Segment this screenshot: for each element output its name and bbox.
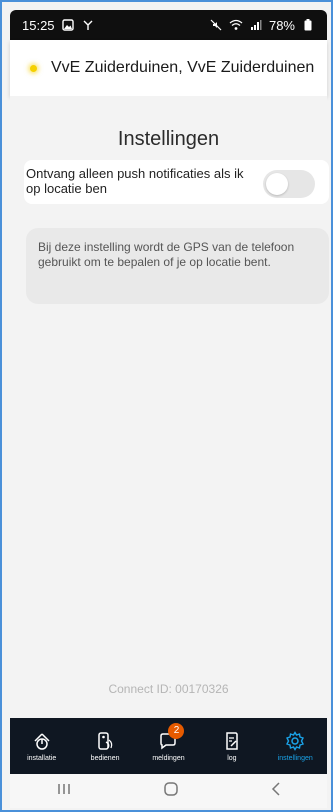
nav-label-installatie: installatie (27, 754, 57, 762)
push-location-setting: Ontvang alleen push notificaties als ik … (24, 160, 329, 204)
battery-icon (301, 18, 315, 32)
home-icon[interactable] (163, 781, 179, 802)
remote-control-icon (95, 731, 115, 751)
phone-screen: 15:25 78% VvE Zuiderduinen, VvE Zuiderdu… (0, 0, 333, 812)
battery-percentage: 78% (268, 17, 295, 33)
gallery-icon (61, 18, 75, 32)
document-edit-icon (222, 731, 242, 751)
system-navigation-bar (10, 774, 327, 808)
wifi-icon (229, 18, 243, 32)
app-header: VvE Zuiderduinen, VvE Zuiderduinen (10, 40, 327, 96)
nav-item-installatie[interactable]: installatie (12, 731, 72, 762)
nav-item-meldingen[interactable]: 2 meldingen (138, 722, 198, 762)
nav-label-log: log (227, 754, 237, 762)
recent-apps-icon[interactable] (56, 782, 72, 801)
push-location-label: Ontvang alleen push notificaties als ik … (26, 166, 244, 196)
bottom-navigation: installatie bedienen 2 meldingen log ins… (10, 718, 327, 774)
nav-item-instellingen[interactable]: instellingen (265, 730, 325, 762)
notification-badge: 2 (168, 722, 185, 739)
page-title: Instellingen (117, 128, 220, 150)
status-time: 15:25 (22, 17, 55, 33)
nav-label-instellingen: instellingen (277, 754, 313, 762)
location-title[interactable]: VvE Zuiderduinen, VvE Zuiderduinen (51, 59, 314, 77)
nav-item-log[interactable]: log (202, 731, 262, 762)
toggle-knob (266, 173, 288, 195)
nav-label-meldingen: meldingen (152, 754, 185, 762)
nav-label-bedienen: bedienen (90, 754, 120, 762)
installation-icon (32, 731, 52, 751)
connect-id: Connect ID: 00170326 (108, 682, 229, 696)
settings-content: Instellingen Ontvang alleen push notific… (10, 96, 329, 718)
gps-info-box: Bij deze instelling wordt de GPS van de … (26, 228, 329, 304)
antenna-icon (81, 18, 95, 32)
status-bar: 15:25 78% (10, 10, 327, 40)
mute-icon (209, 18, 223, 32)
signal-icon (249, 18, 263, 32)
status-indicator-icon (30, 64, 37, 72)
gear-icon (285, 730, 305, 751)
nav-item-bedienen[interactable]: bedienen (75, 731, 135, 762)
back-icon[interactable] (270, 781, 282, 802)
gps-info-text: Bij deze instelling wordt de GPS van de … (38, 240, 295, 269)
push-location-toggle[interactable] (263, 170, 315, 198)
